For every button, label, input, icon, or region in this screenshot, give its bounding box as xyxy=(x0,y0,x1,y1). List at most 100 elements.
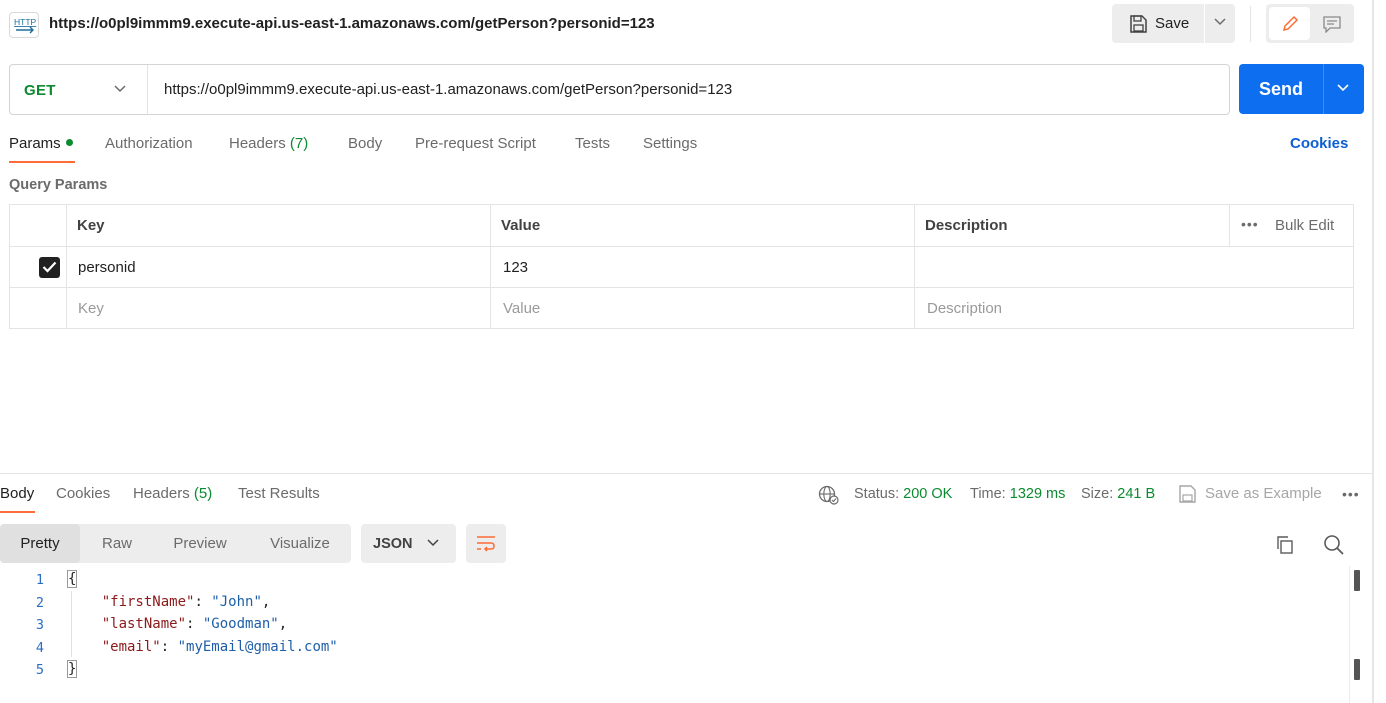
save-icon xyxy=(1179,485,1196,503)
http-icon: HTTP xyxy=(9,12,39,38)
response-view-toggle: Pretty Raw Preview Visualize xyxy=(0,524,351,563)
view-visualize-button[interactable]: Visualize xyxy=(254,524,346,563)
json-key: "firstName" xyxy=(101,594,195,610)
divider xyxy=(1229,205,1230,246)
active-tab-indicator xyxy=(0,511,35,513)
search-icon[interactable] xyxy=(1323,534,1345,556)
new-key-input[interactable]: Key xyxy=(78,300,104,317)
scrollbar-track xyxy=(1349,566,1350,703)
format-label: JSON xyxy=(373,536,413,552)
tab-tests[interactable]: Tests xyxy=(575,135,610,152)
line-number: 4 xyxy=(35,640,44,656)
line-number: 2 xyxy=(35,595,44,611)
chevron-down-icon[interactable] xyxy=(1337,84,1349,92)
params-active-dot xyxy=(65,139,73,146)
time-value: 1329 ms xyxy=(1009,486,1066,502)
divider xyxy=(1323,64,1324,114)
param-value[interactable]: 123 xyxy=(503,259,528,276)
format-select[interactable]: JSON xyxy=(361,524,456,563)
tab-headers[interactable]: Headers (7) xyxy=(229,135,308,152)
save-button[interactable]: Save xyxy=(1112,4,1204,43)
table-header-row: Key Value Description ••• Bulk Edit xyxy=(10,205,1353,246)
checkmark-icon xyxy=(42,261,57,273)
indent-guide xyxy=(71,591,72,657)
tab-settings[interactable]: Settings xyxy=(643,135,697,152)
response-tab-cookies[interactable]: Cookies xyxy=(56,485,110,502)
view-preview-button[interactable]: Preview xyxy=(160,524,240,563)
comment-icon xyxy=(1323,16,1341,33)
tab-params[interactable]: Params xyxy=(9,135,73,152)
chevron-down-icon xyxy=(1214,18,1226,26)
response-headers-count: (5) xyxy=(193,485,213,502)
json-value: "John" xyxy=(211,594,262,610)
new-description-input[interactable]: Description xyxy=(927,300,1002,317)
json-value: "Goodman" xyxy=(202,616,279,632)
more-icon[interactable]: ••• xyxy=(1342,486,1360,502)
url-input[interactable]: https://o0pl9immm9.execute-api.us-east-1… xyxy=(164,81,732,98)
http-badge-text: HTTP xyxy=(14,17,37,27)
column-description: Description xyxy=(925,217,1008,234)
time-label: Time: xyxy=(970,486,1006,502)
close-brace: } xyxy=(66,660,78,678)
json-key: "email" xyxy=(101,639,161,655)
view-raw-button[interactable]: Raw xyxy=(88,524,146,563)
response-tab-headers[interactable]: Headers (5) xyxy=(133,485,212,502)
size-indicator[interactable]: Size: 241 B xyxy=(1081,486,1155,502)
open-brace: { xyxy=(66,570,78,588)
request-title[interactable]: https://o0pl9immm9.execute-api.us-east-1… xyxy=(49,15,655,32)
save-icon xyxy=(1130,15,1147,33)
copy-icon[interactable] xyxy=(1275,535,1295,555)
panel-edge xyxy=(1372,0,1374,703)
active-tab-indicator xyxy=(9,161,75,163)
divider xyxy=(66,205,67,328)
time-indicator[interactable]: Time: 1329 ms xyxy=(970,486,1065,502)
send-button[interactable]: Send xyxy=(1239,64,1364,114)
row-checkbox[interactable] xyxy=(39,257,60,278)
divider xyxy=(490,205,491,328)
column-key: Key xyxy=(77,217,105,234)
query-params-title: Query Params xyxy=(9,177,108,193)
save-options-button[interactable] xyxy=(1205,4,1235,43)
scrollbar-marker[interactable] xyxy=(1354,570,1360,591)
chevron-down-icon xyxy=(427,539,439,547)
tab-params-label: Params xyxy=(9,135,61,152)
table-row-empty: Key Value Description xyxy=(10,287,1353,328)
json-comma: , xyxy=(261,594,271,610)
send-label: Send xyxy=(1258,79,1303,99)
tab-body[interactable]: Body xyxy=(348,135,382,152)
headers-count: (7) xyxy=(289,135,309,152)
more-icon[interactable]: ••• xyxy=(1241,216,1259,232)
query-params-table: Key Value Description ••• Bulk Edit pers… xyxy=(9,204,1354,329)
view-pretty-button[interactable]: Pretty xyxy=(0,524,80,563)
status-value: 200 OK xyxy=(903,486,953,502)
response-tab-test-results[interactable]: Test Results xyxy=(238,485,320,502)
method-select[interactable]: GET xyxy=(10,65,148,114)
comments-mode-button[interactable] xyxy=(1312,7,1352,40)
json-key: "lastName" xyxy=(101,616,187,632)
wrap-lines-button[interactable] xyxy=(466,524,506,563)
bulk-edit-button[interactable]: Bulk Edit xyxy=(1275,217,1334,234)
method-label: GET xyxy=(24,82,56,99)
edit-mode-button[interactable] xyxy=(1269,7,1310,40)
status-indicator[interactable]: Status: 200 OK xyxy=(854,486,952,502)
tab-authorization[interactable]: Authorization xyxy=(105,135,193,152)
save-as-example-button[interactable]: Save as Example xyxy=(1177,484,1337,504)
line-number: 5 xyxy=(35,662,44,678)
size-value: 241 B xyxy=(1117,486,1156,502)
cookies-link[interactable]: Cookies xyxy=(1290,135,1348,152)
param-key[interactable]: personid xyxy=(78,259,136,276)
divider xyxy=(1250,6,1251,42)
save-label: Save xyxy=(1155,15,1190,32)
response-divider[interactable] xyxy=(0,473,1372,474)
divider xyxy=(914,205,915,328)
tab-prerequest-script[interactable]: Pre-request Script xyxy=(415,135,536,152)
response-tab-headers-label: Headers xyxy=(133,485,190,502)
json-value: "myEmail@gmail.com" xyxy=(177,639,338,655)
table-row: personid 123 xyxy=(10,246,1353,287)
wrap-icon xyxy=(477,536,495,552)
response-tab-body[interactable]: Body xyxy=(0,485,34,502)
globe-icon[interactable] xyxy=(818,485,840,505)
tab-headers-label: Headers xyxy=(229,135,286,152)
new-value-input[interactable]: Value xyxy=(503,300,540,317)
scrollbar-marker[interactable] xyxy=(1354,659,1360,680)
